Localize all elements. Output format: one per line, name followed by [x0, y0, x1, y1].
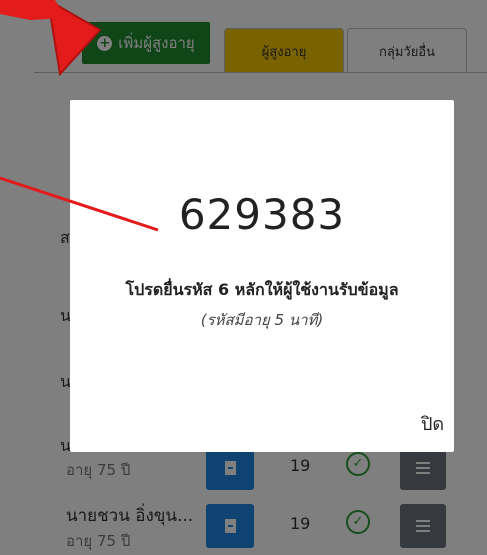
share-code-message: โปรดยื่นรหัส 6 หลักให้ผู้ใช้งานรับข้อมูล	[125, 280, 399, 299]
share-code: 629383	[178, 190, 346, 239]
close-button[interactable]: ปิด	[421, 409, 444, 438]
code-modal: 629383 โปรดยื่นรหัส 6 หลักให้ผู้ใช้งานรั…	[70, 100, 454, 452]
code-expiry-note: (รหัสมีอายุ 5 นาที)	[200, 311, 324, 329]
app-page: + เพิ่มผู้สูงอายุ ผู้สูงอายุ กลุ่มวัยอื่…	[0, 0, 487, 555]
